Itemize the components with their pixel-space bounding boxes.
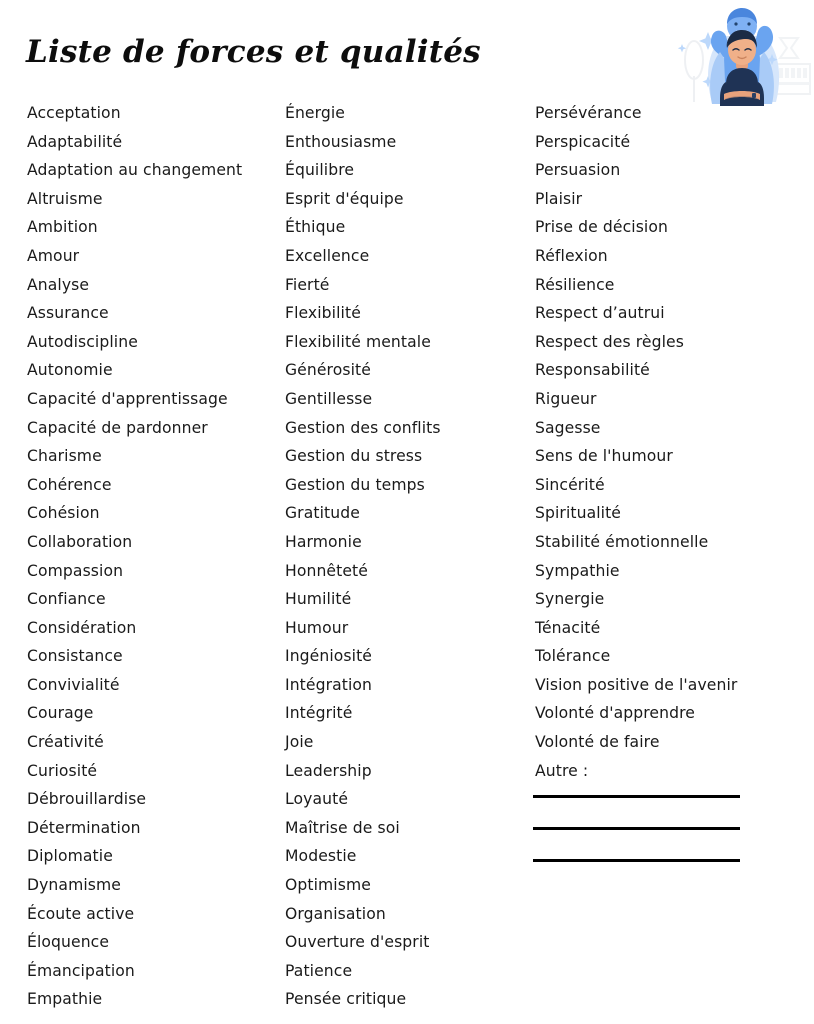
list-item[interactable]: Respect d’autrui — [535, 299, 793, 328]
list-item[interactable]: Spiritualité — [535, 499, 793, 528]
strengths-column-2: Énergie Enthousiasme Équilibre Esprit d'… — [285, 99, 530, 1014]
list-item[interactable]: Capacité de pardonner — [27, 414, 282, 443]
list-item[interactable]: Persévérance — [535, 99, 793, 128]
list-item[interactable]: Capacité d'apprentissage — [27, 385, 282, 414]
list-item[interactable]: Ténacité — [535, 614, 793, 643]
list-item[interactable]: Sincérité — [535, 471, 793, 500]
list-item[interactable]: Ingéniosité — [285, 642, 530, 671]
list-item[interactable]: Humilité — [285, 585, 530, 614]
write-in-lines — [533, 795, 741, 862]
list-item[interactable]: Convivialité — [27, 671, 282, 700]
list-item[interactable]: Excellence — [285, 242, 530, 271]
list-item[interactable]: Flexibilité — [285, 299, 530, 328]
list-item[interactable]: Enthousiasme — [285, 128, 530, 157]
list-item[interactable]: Ouverture d'esprit — [285, 928, 530, 957]
list-item[interactable]: Maîtrise de soi — [285, 814, 530, 843]
list-item[interactable]: Sympathie — [535, 557, 793, 586]
strengths-column-3: Persévérance Perspicacité Persuasion Pla… — [535, 99, 793, 785]
list-item[interactable]: Éloquence — [27, 928, 282, 957]
list-item[interactable]: Réflexion — [535, 242, 793, 271]
list-item[interactable]: Sens de l'humour — [535, 442, 793, 471]
list-item[interactable]: Prise de décision — [535, 213, 793, 242]
list-item[interactable]: Émancipation — [27, 957, 282, 986]
strengths-column-1: Acceptation Adaptabilité Adaptation au c… — [27, 99, 282, 1014]
write-in-line[interactable] — [533, 859, 740, 862]
list-item[interactable]: Gestion des conflits — [285, 414, 530, 443]
list-item[interactable]: Compassion — [27, 557, 282, 586]
list-item[interactable]: Fierté — [285, 271, 530, 300]
list-item[interactable]: Confiance — [27, 585, 282, 614]
list-item[interactable]: Curiosité — [27, 757, 282, 786]
list-item[interactable]: Gestion du stress — [285, 442, 530, 471]
list-item[interactable]: Esprit d'équipe — [285, 185, 530, 214]
list-item[interactable]: Considération — [27, 614, 282, 643]
document-page: Liste de forces et qualités Acceptation … — [0, 0, 814, 1024]
list-item[interactable]: Consistance — [27, 642, 282, 671]
list-item[interactable]: Rigueur — [535, 385, 793, 414]
list-item[interactable]: Flexibilité mentale — [285, 328, 530, 357]
list-item[interactable]: Adaptabilité — [27, 128, 282, 157]
list-item[interactable]: Honnêteté — [285, 557, 530, 586]
list-item[interactable]: Cohésion — [27, 499, 282, 528]
list-item[interactable]: Assurance — [27, 299, 282, 328]
list-item[interactable]: Détermination — [27, 814, 282, 843]
list-item[interactable]: Intégrité — [285, 699, 530, 728]
list-item[interactable]: Générosité — [285, 356, 530, 385]
list-item[interactable]: Responsabilité — [535, 356, 793, 385]
list-item[interactable]: Optimisme — [285, 871, 530, 900]
list-item[interactable]: Patience — [285, 957, 530, 986]
list-item[interactable]: Humour — [285, 614, 530, 643]
list-item[interactable]: Acceptation — [27, 99, 282, 128]
list-item[interactable]: Pensée critique — [285, 985, 530, 1014]
other-label: Autre : — [535, 761, 589, 780]
list-item[interactable]: Vision positive de l'avenir — [535, 671, 793, 700]
list-item[interactable]: Plaisir — [535, 185, 793, 214]
list-item[interactable]: Adaptation au changement — [27, 156, 282, 185]
list-item[interactable]: Charisme — [27, 442, 282, 471]
list-item[interactable]: Volonté de faire — [535, 728, 793, 757]
person-with-superhero-shadow-illustration — [672, 2, 812, 106]
list-item[interactable]: Persuasion — [535, 156, 793, 185]
list-item[interactable]: Respect des règles — [535, 328, 793, 357]
list-item[interactable]: Amour — [27, 242, 282, 271]
list-item[interactable]: Collaboration — [27, 528, 282, 557]
list-item[interactable]: Autodiscipline — [27, 328, 282, 357]
list-item[interactable]: Débrouillardise — [27, 785, 282, 814]
list-item[interactable]: Altruisme — [27, 185, 282, 214]
list-item[interactable]: Harmonie — [285, 528, 530, 557]
list-item[interactable]: Loyauté — [285, 785, 530, 814]
list-item[interactable]: Volonté d'apprendre — [535, 699, 793, 728]
write-in-line[interactable] — [533, 795, 740, 798]
list-item[interactable]: Stabilité émotionnelle — [535, 528, 793, 557]
list-item[interactable]: Cohérence — [27, 471, 282, 500]
list-item[interactable]: Résilience — [535, 271, 793, 300]
list-item[interactable]: Gestion du temps — [285, 471, 530, 500]
list-item[interactable]: Écoute active — [27, 900, 282, 929]
list-item[interactable]: Tolérance — [535, 642, 793, 671]
list-item[interactable]: Organisation — [285, 900, 530, 929]
list-item[interactable]: Dynamisme — [27, 871, 282, 900]
list-item[interactable]: Perspicacité — [535, 128, 793, 157]
list-item[interactable]: Leadership — [285, 757, 530, 786]
list-item[interactable]: Équilibre — [285, 156, 530, 185]
list-item[interactable]: Gentillesse — [285, 385, 530, 414]
illustration-svg — [677, 8, 811, 106]
list-item[interactable]: Énergie — [285, 99, 530, 128]
list-item[interactable]: Sagesse — [535, 414, 793, 443]
list-item[interactable]: Ambition — [27, 213, 282, 242]
list-item[interactable]: Joie — [285, 728, 530, 757]
page-title: Liste de forces et qualités — [26, 34, 481, 70]
list-item[interactable]: Autonomie — [27, 356, 282, 385]
list-item[interactable]: Courage — [27, 699, 282, 728]
write-in-line[interactable] — [533, 827, 740, 830]
list-item[interactable]: Éthique — [285, 213, 530, 242]
list-item[interactable]: Analyse — [27, 271, 282, 300]
list-item[interactable]: Diplomatie — [27, 842, 282, 871]
list-item[interactable]: Gratitude — [285, 499, 530, 528]
list-item[interactable]: Créativité — [27, 728, 282, 757]
list-item[interactable]: Synergie — [535, 585, 793, 614]
list-item[interactable]: Modestie — [285, 842, 530, 871]
list-item[interactable]: Empathie — [27, 985, 282, 1014]
list-item[interactable]: Intégration — [285, 671, 530, 700]
